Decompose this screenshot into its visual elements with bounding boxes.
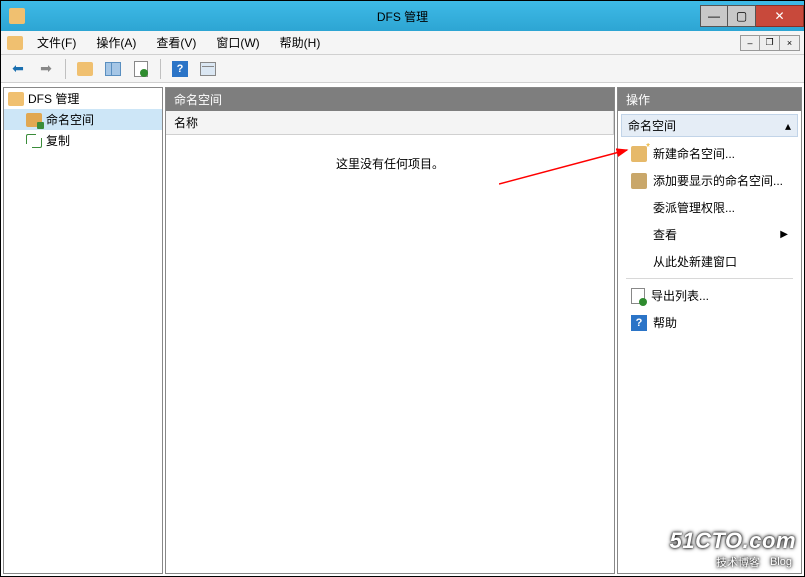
workspace: DFS 管理 命名空间 复制 命名空间 名称 这里没有任何项目。 操作 命名空间… (1, 85, 804, 576)
action-new-namespace[interactable]: 新建命名空间... (621, 141, 798, 166)
tree-root[interactable]: DFS 管理 (4, 88, 162, 109)
blank-icon (631, 227, 647, 243)
nav-back-button[interactable]: ⬅ (7, 58, 29, 80)
action-label: 从此处新建窗口 (653, 253, 737, 270)
menu-file[interactable]: 文件(F) (31, 32, 82, 53)
column-name[interactable]: 名称 (166, 111, 614, 134)
new-namespace-icon (631, 146, 647, 162)
tree-node-label: 复制 (46, 132, 70, 149)
action-label: 查看 (653, 226, 677, 243)
action-delegate-permissions[interactable]: 委派管理权限... (621, 195, 798, 220)
menu-window[interactable]: 窗口(W) (210, 32, 265, 53)
empty-message: 这里没有任何项目。 (166, 135, 614, 192)
tree-node-namespaces[interactable]: 命名空间 (4, 109, 162, 130)
content-panel: 命名空间 名称 这里没有任何项目。 (165, 87, 615, 574)
folder-icon (7, 36, 23, 50)
add-namespace-icon (631, 173, 647, 189)
collapse-icon: ▴ (785, 119, 791, 133)
toolbar: ⬅ ➡ ? (1, 55, 804, 83)
action-new-window[interactable]: 从此处新建窗口 (621, 249, 798, 274)
action-help[interactable]: ? 帮助 (621, 310, 798, 335)
toolbar-separator (160, 59, 161, 79)
action-export-list[interactable]: 导出列表... (621, 283, 798, 308)
tree-node-replication[interactable]: 复制 (4, 130, 162, 151)
action-label: 帮助 (653, 314, 677, 331)
namespace-icon (26, 113, 42, 127)
tree-node-label: 命名空间 (46, 111, 94, 128)
blank-icon (631, 200, 647, 216)
action-add-namespace[interactable]: 添加要显示的命名空间... (621, 168, 798, 193)
mdi-close-button[interactable]: × (780, 35, 800, 51)
replication-icon (26, 134, 42, 148)
action-label: 委派管理权限... (653, 199, 735, 216)
menu-action[interactable]: 操作(A) (90, 32, 142, 53)
blank-icon (631, 254, 647, 270)
window-title: DFS 管理 (1, 8, 804, 25)
menu-help[interactable]: 帮助(H) (274, 32, 327, 53)
action-section-header[interactable]: 命名空间 ▴ (621, 114, 798, 137)
help-icon: ? (631, 315, 647, 331)
export-icon (631, 288, 645, 304)
action-label: 新建命名空间... (653, 145, 735, 162)
calendar-button[interactable] (197, 58, 219, 80)
action-label: 添加要显示的命名空间... (653, 172, 783, 189)
toolbar-separator (65, 59, 66, 79)
up-folder-button[interactable] (74, 58, 96, 80)
menubar: 文件(F) 操作(A) 查看(V) 窗口(W) 帮助(H) – ❐ × (1, 31, 804, 55)
mdi-restore-button[interactable]: ❐ (760, 35, 780, 51)
panes-button[interactable] (102, 58, 124, 80)
export-button[interactable] (130, 58, 152, 80)
tree-root-label: DFS 管理 (28, 90, 79, 107)
dfs-icon (8, 92, 24, 106)
mdi-minimize-button[interactable]: – (740, 35, 760, 51)
list-header: 名称 (166, 111, 614, 135)
mdi-controls: – ❐ × (740, 35, 800, 51)
window-titlebar: DFS 管理 — ▢ ✕ (1, 1, 804, 31)
tree-panel[interactable]: DFS 管理 命名空间 复制 (3, 87, 163, 574)
action-title: 操作 (618, 88, 801, 111)
action-label: 导出列表... (651, 287, 709, 304)
action-panel: 操作 命名空间 ▴ 新建命名空间... 添加要显示的命名空间... 委派管理权限… (617, 87, 802, 574)
content-header: 命名空间 (166, 88, 614, 111)
action-separator (626, 278, 793, 279)
menu-view[interactable]: 查看(V) (150, 32, 202, 53)
nav-forward-button[interactable]: ➡ (35, 58, 57, 80)
help-button[interactable]: ? (169, 58, 191, 80)
submenu-arrow-icon: ▶ (780, 229, 788, 240)
action-section-label: 命名空间 (628, 117, 676, 134)
action-view[interactable]: 查看 ▶ (621, 222, 798, 247)
